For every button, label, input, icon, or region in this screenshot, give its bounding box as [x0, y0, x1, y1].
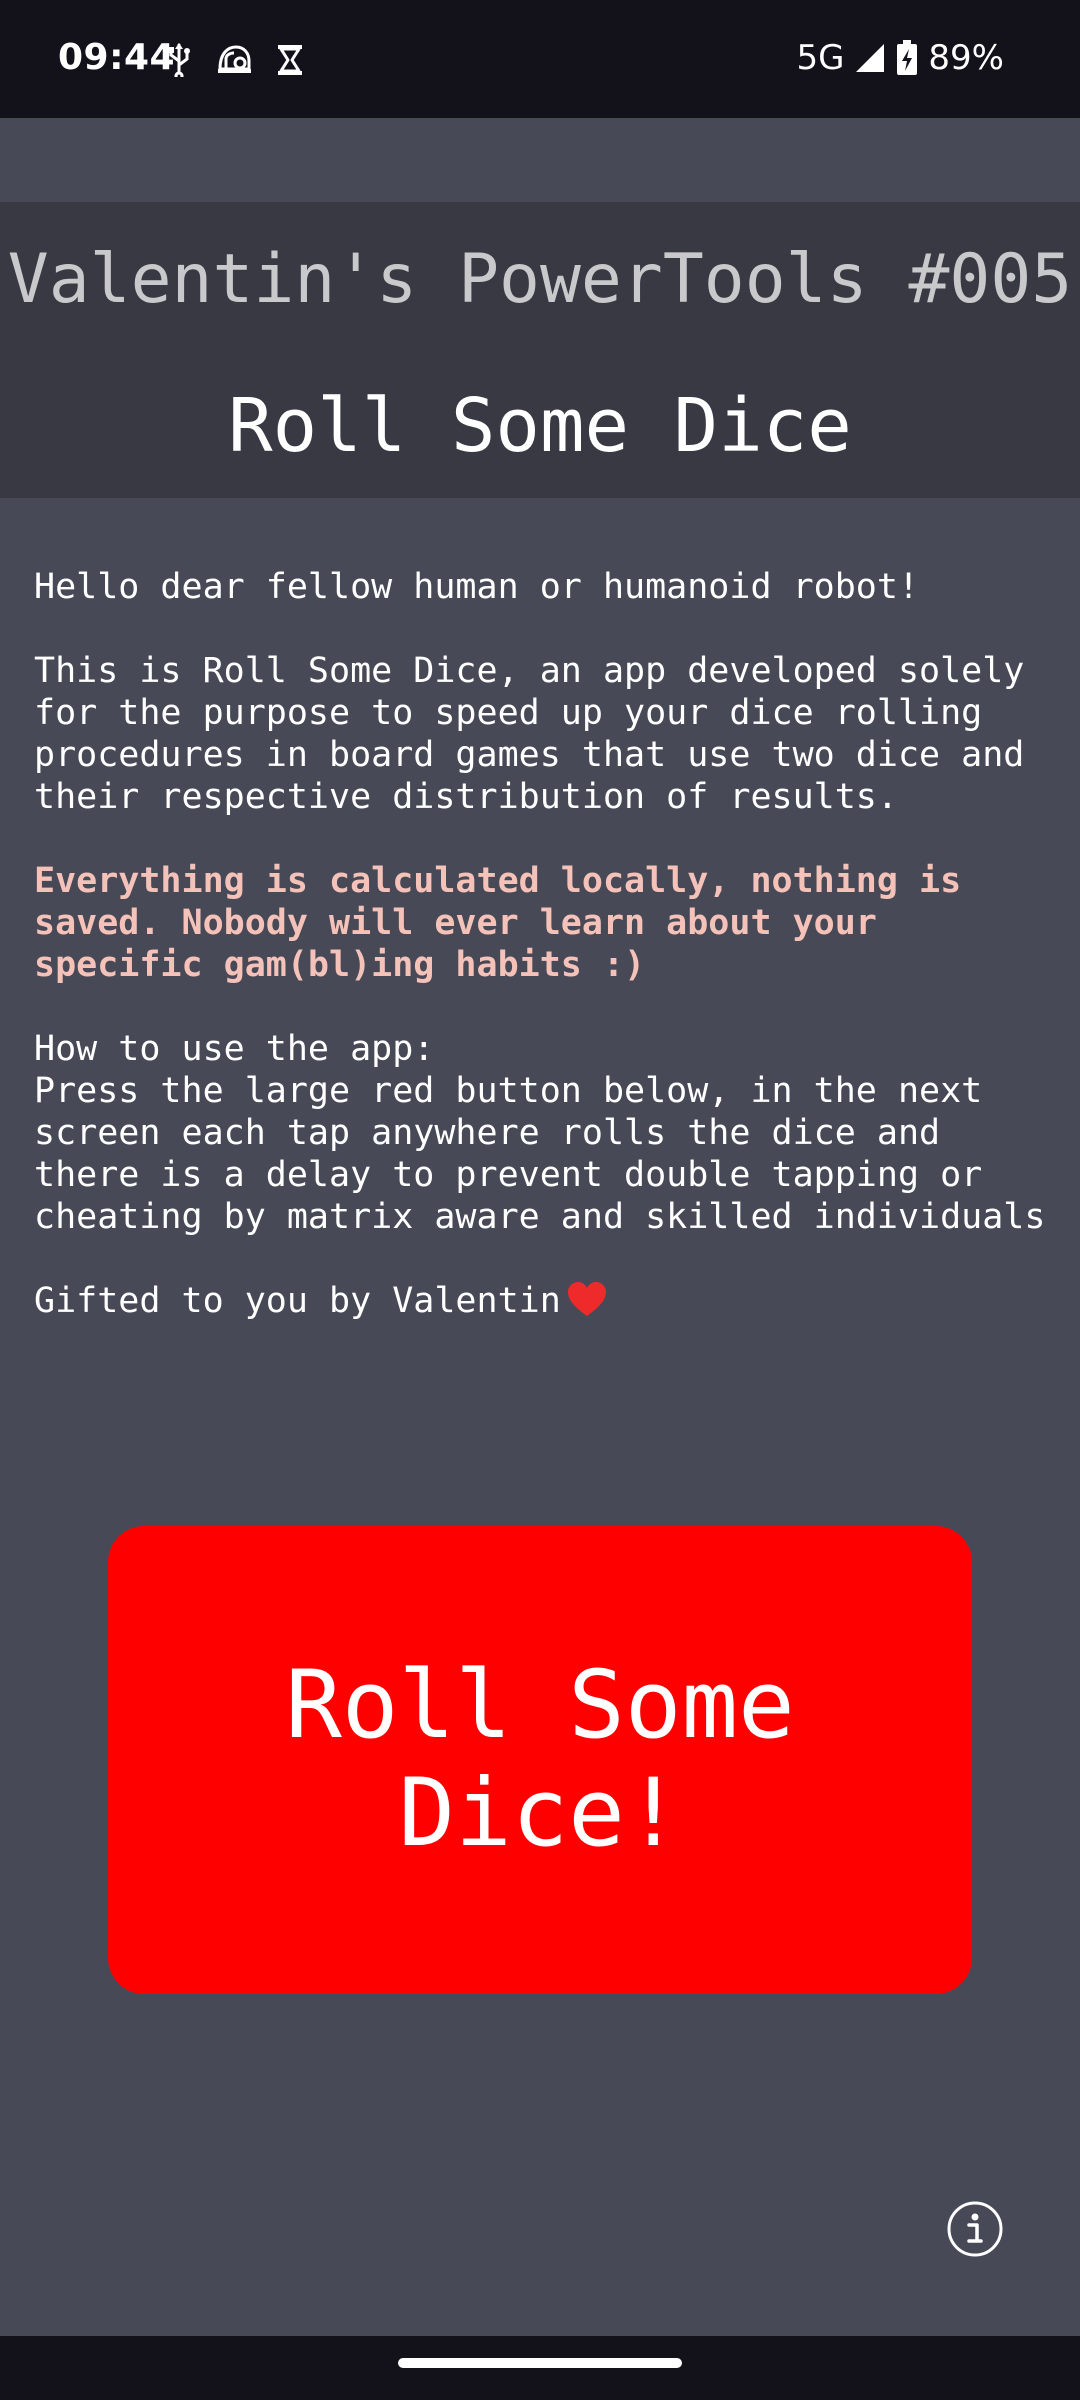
app-bar-spacer [0, 118, 1080, 202]
status-bar: 09:44 5G 89% [0, 0, 1080, 118]
helmet-icon [216, 43, 252, 77]
usb-icon [166, 43, 192, 77]
signal-icon [854, 42, 886, 74]
howto-text: Press the large red button below, in the… [34, 1071, 1046, 1237]
howto-section: How to use the app: Press the large red b… [34, 1028, 1054, 1238]
heart-icon [567, 1282, 607, 1328]
privacy-note: Everything is calculated locally, nothin… [34, 861, 983, 985]
battery-charging-icon [896, 40, 918, 76]
page-title: Roll Some Dice [228, 383, 852, 469]
network-type: 5G [796, 38, 845, 78]
navigation-bar [0, 2336, 1080, 2400]
greeting-text: Hello dear fellow human or humanoid robo… [34, 567, 920, 607]
battery-percentage: 89% [928, 38, 1004, 78]
status-time: 09:44 [58, 37, 176, 78]
intro-text: Hello dear fellow human or humanoid robo… [34, 566, 1054, 1370]
description-text: This is Roll Some Dice, an app developed… [34, 651, 1046, 817]
header: Valentin's PowerTools #005 Roll Some Dic… [0, 202, 1080, 498]
howto-title: How to use the app: [34, 1029, 435, 1069]
home-gesture-handle[interactable] [398, 2358, 682, 2368]
hourglass-icon [276, 43, 304, 77]
roll-dice-button[interactable]: Roll Some Dice! [108, 1526, 972, 1994]
gift-text: Gifted to you by Valentin [34, 1281, 561, 1321]
gift-line: Gifted to you by Valentin [34, 1280, 1054, 1328]
status-notification-icons [166, 40, 304, 80]
status-system-indicators: 5G 89% [796, 34, 1004, 82]
info-icon[interactable] [946, 2200, 1004, 2258]
app-series-title: Valentin's PowerTools #005 [7, 240, 1073, 319]
